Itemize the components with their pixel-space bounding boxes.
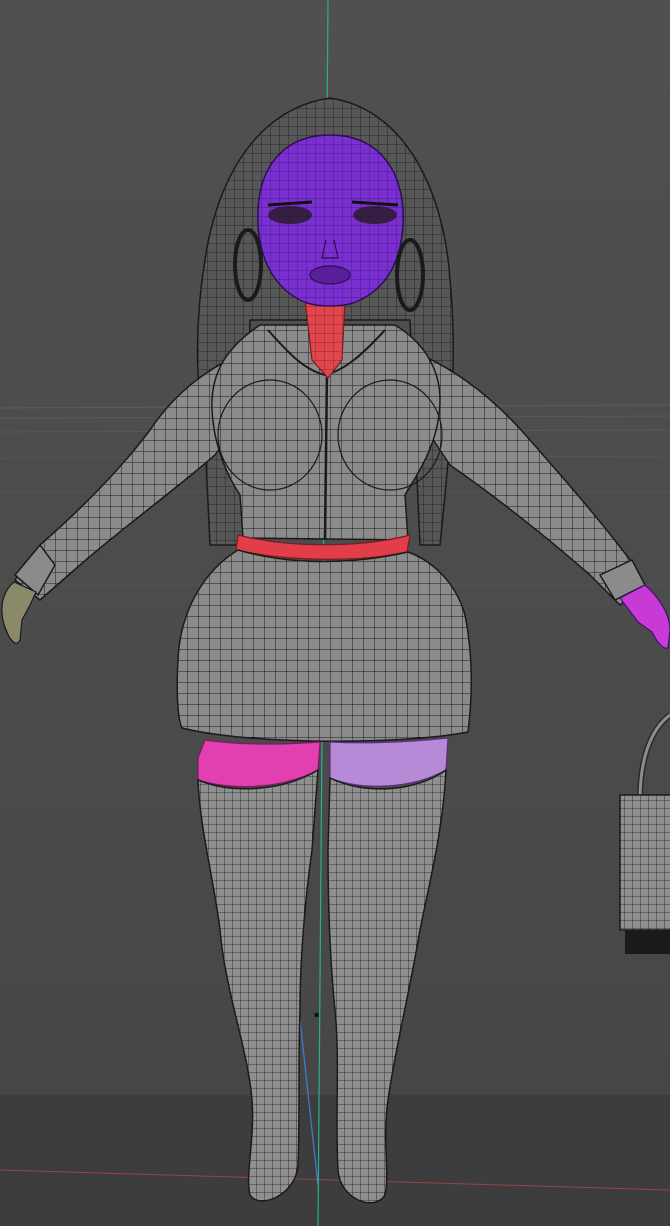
eye-right xyxy=(353,206,397,224)
skirt-mesh xyxy=(176,549,473,743)
hand-right-mesh xyxy=(619,584,670,649)
scene-canvas[interactable]: ▪ xyxy=(0,0,670,1226)
pivot-icon: ▪ xyxy=(314,1010,319,1019)
3d-viewport[interactable]: ▪ xyxy=(0,0,670,1226)
handbag-mesh xyxy=(619,712,670,954)
eye-left xyxy=(268,206,312,224)
hand-left-mesh xyxy=(1,581,37,644)
lips xyxy=(309,265,351,285)
